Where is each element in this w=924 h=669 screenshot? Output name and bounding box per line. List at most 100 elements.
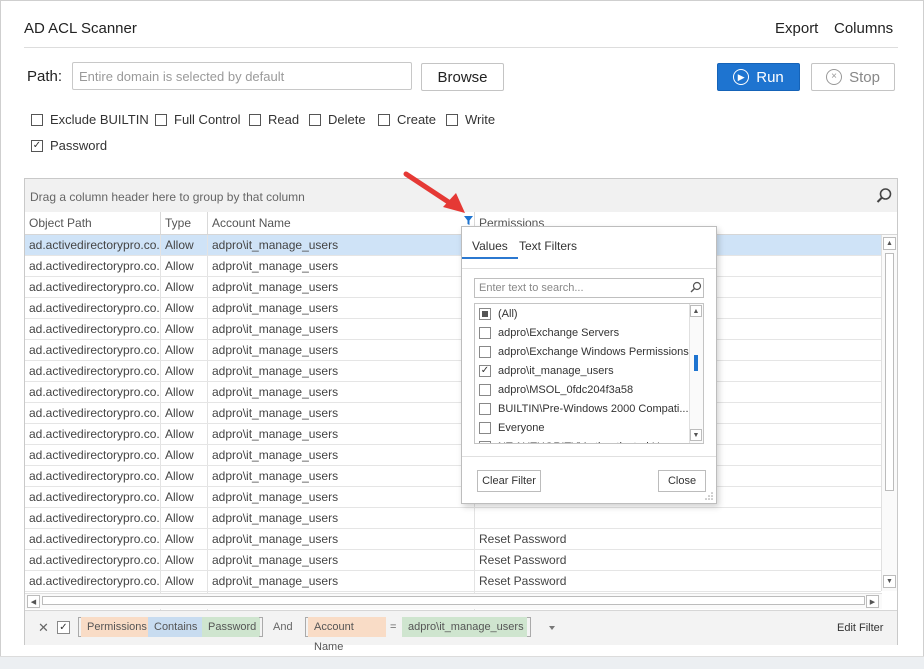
table-row[interactable]: ad.activedirectorypro.co...Allowadpro\it…	[25, 571, 881, 592]
table-row[interactable]: ad.activedirectorypro.co...Allowadpro\it…	[25, 256, 881, 277]
filter-icon[interactable]	[464, 216, 473, 225]
filter-value-item[interactable]: adpro\Exchange Servers	[475, 323, 619, 342]
cell-account-name[interactable]: adpro\it_manage_users	[208, 508, 475, 528]
column-header-account-name[interactable]: Account Name	[208, 212, 475, 234]
cell-type[interactable]: Allow	[161, 361, 208, 381]
checkbox-icon[interactable]	[309, 113, 321, 126]
option-checkbox[interactable]: Full Control	[155, 112, 240, 127]
scroll-up-button[interactable]: ▲	[690, 305, 702, 317]
cell-object-path[interactable]: ad.activedirectorypro.co...	[25, 403, 161, 423]
filter-value-item[interactable]: adpro\MSOL_0fdc204f3a58	[475, 380, 633, 399]
vertical-scroll-thumb[interactable]	[885, 253, 894, 491]
cell-type[interactable]: Allow	[161, 403, 208, 423]
cell-type[interactable]: Allow	[161, 340, 208, 360]
filter-token-value[interactable]: Password	[202, 617, 260, 637]
table-row[interactable]: ad.activedirectorypro.co...Allowadpro\it…	[25, 298, 881, 319]
cell-type[interactable]: Allow	[161, 424, 208, 444]
checkbox-icon[interactable]	[479, 383, 491, 396]
table-row[interactable]: ad.activedirectorypro.co...Allowadpro\it…	[25, 277, 881, 298]
horizontal-scroll-thumb[interactable]	[42, 596, 865, 605]
option-checkbox[interactable]: Read	[249, 112, 299, 127]
resize-grip-icon[interactable]	[705, 492, 713, 500]
checked-checkbox-icon[interactable]: ✓	[479, 364, 491, 377]
cell-account-name[interactable]: adpro\it_manage_users	[208, 319, 475, 339]
cell-account-name[interactable]: adpro\it_manage_users	[208, 340, 475, 360]
filter-dropdown-icon[interactable]	[549, 626, 555, 630]
cell-type[interactable]: Allow	[161, 508, 208, 528]
cell-object-path[interactable]: ad.activedirectorypro.co...	[25, 571, 161, 591]
filter-token-operator[interactable]: Contains	[148, 617, 202, 637]
filter-value-item[interactable]: ✓ adpro\it_manage_users	[475, 361, 614, 380]
table-row[interactable]: ad.activedirectorypro.co...Allowadpro\it…	[25, 445, 881, 466]
cell-object-path[interactable]: ad.activedirectorypro.co...	[25, 277, 161, 297]
stop-button[interactable]: × Stop	[811, 63, 895, 91]
cell-permissions[interactable]	[475, 508, 881, 528]
cell-account-name[interactable]: adpro\it_manage_users	[208, 235, 475, 255]
cell-object-path[interactable]: ad.activedirectorypro.co...	[25, 529, 161, 549]
run-button[interactable]: ▶ Run	[717, 63, 800, 91]
checkbox-icon[interactable]	[479, 326, 491, 339]
clear-filter-button[interactable]: Clear Filter	[477, 470, 541, 492]
cell-account-name[interactable]: adpro\it_manage_users	[208, 403, 475, 423]
filter-value-item[interactable]: NT AUTHORITY\Authenticated Users	[475, 437, 681, 443]
export-link[interactable]: Export	[775, 20, 818, 37]
table-row[interactable]: ad.activedirectorypro.co...Allowadpro\it…	[25, 319, 881, 340]
cell-object-path[interactable]: ad.activedirectorypro.co...	[25, 466, 161, 486]
table-row[interactable]: ad.activedirectorypro.co...Allowadpro\it…	[25, 403, 881, 424]
cell-object-path[interactable]: ad.activedirectorypro.co...	[25, 340, 161, 360]
close-popup-button[interactable]: Close	[658, 470, 706, 492]
cell-object-path[interactable]: ad.activedirectorypro.co...	[25, 487, 161, 507]
table-row[interactable]: ad.activedirectorypro.co...Allowadpro\it…	[25, 508, 881, 529]
cell-object-path[interactable]: ad.activedirectorypro.co...	[25, 256, 161, 276]
cell-object-path[interactable]: ad.activedirectorypro.co...	[25, 424, 161, 444]
option-checkbox[interactable]: Delete	[309, 112, 366, 127]
horizontal-scrollbar[interactable]: ◀ ▶	[25, 593, 882, 609]
table-row[interactable]: ad.activedirectorypro.co...Allowadpro\it…	[25, 424, 881, 445]
cell-account-name[interactable]: adpro\it_manage_users	[208, 424, 475, 444]
cell-permissions[interactable]: Reset Password	[475, 571, 881, 591]
cell-object-path[interactable]: ad.activedirectorypro.co...	[25, 382, 161, 402]
values-scroll-thumb[interactable]	[694, 355, 698, 371]
cell-type[interactable]: Allow	[161, 298, 208, 318]
cell-type[interactable]: Allow	[161, 319, 208, 339]
values-scrollbar[interactable]: ▲ ▼	[689, 304, 703, 443]
table-row[interactable]: ad.activedirectorypro.co...Allowadpro\it…	[25, 382, 881, 403]
cell-object-path[interactable]: ad.activedirectorypro.co...	[25, 235, 161, 255]
checkbox-icon[interactable]	[479, 345, 491, 358]
option-checkbox[interactable]: Write	[446, 112, 495, 127]
checkbox-icon[interactable]	[479, 402, 491, 415]
cell-account-name[interactable]: adpro\it_manage_users	[208, 550, 475, 570]
table-row[interactable]: ad.activedirectorypro.co...Allowadpro\it…	[25, 340, 881, 361]
cell-type[interactable]: Allow	[161, 466, 208, 486]
cell-type[interactable]: Allow	[161, 529, 208, 549]
cell-type[interactable]: Allow	[161, 550, 208, 570]
cell-permissions[interactable]: Reset Password	[475, 550, 881, 570]
checkbox-icon[interactable]	[479, 440, 491, 443]
scroll-up-button[interactable]: ▲	[883, 237, 896, 250]
filter-value-item[interactable]: Everyone	[475, 418, 544, 437]
cell-account-name[interactable]: adpro\it_manage_users	[208, 382, 475, 402]
browse-button[interactable]: Browse	[421, 63, 504, 91]
option-checkbox[interactable]: ✓ Password	[31, 138, 107, 153]
cell-account-name[interactable]: adpro\it_manage_users	[208, 277, 475, 297]
checked-checkbox-icon[interactable]: ✓	[31, 139, 43, 152]
table-row[interactable]: ad.activedirectorypro.co...Allowadpro\it…	[25, 466, 881, 487]
cell-account-name[interactable]: adpro\it_manage_users	[208, 256, 475, 276]
scroll-down-button[interactable]: ▼	[690, 429, 702, 441]
cell-object-path[interactable]: ad.activedirectorypro.co...	[25, 298, 161, 318]
filter-token-value[interactable]: adpro\it_manage_users	[402, 617, 527, 637]
cell-object-path[interactable]: ad.activedirectorypro.co...	[25, 319, 161, 339]
filter-joiner[interactable]: And	[273, 621, 293, 633]
column-header-object-path[interactable]: Object Path	[25, 212, 161, 234]
cell-object-path[interactable]: ad.activedirectorypro.co...	[25, 445, 161, 465]
indeterminate-checkbox-icon[interactable]	[479, 307, 491, 320]
checkbox-icon[interactable]	[249, 113, 261, 126]
columns-link[interactable]: Columns	[834, 20, 893, 37]
table-row[interactable]: ad.activedirectorypro.co...Allowadpro\it…	[25, 235, 881, 256]
cell-account-name[interactable]: adpro\it_manage_users	[208, 466, 475, 486]
tab-text-filters[interactable]: Text Filters	[509, 235, 587, 257]
vertical-scrollbar[interactable]: ▲ ▼	[881, 235, 897, 591]
clear-filter-icon[interactable]: ✕	[38, 620, 49, 636]
cell-account-name[interactable]: adpro\it_manage_users	[208, 445, 475, 465]
filter-value-item[interactable]: BUILTIN\Pre-Windows 2000 Compati...	[475, 399, 689, 418]
